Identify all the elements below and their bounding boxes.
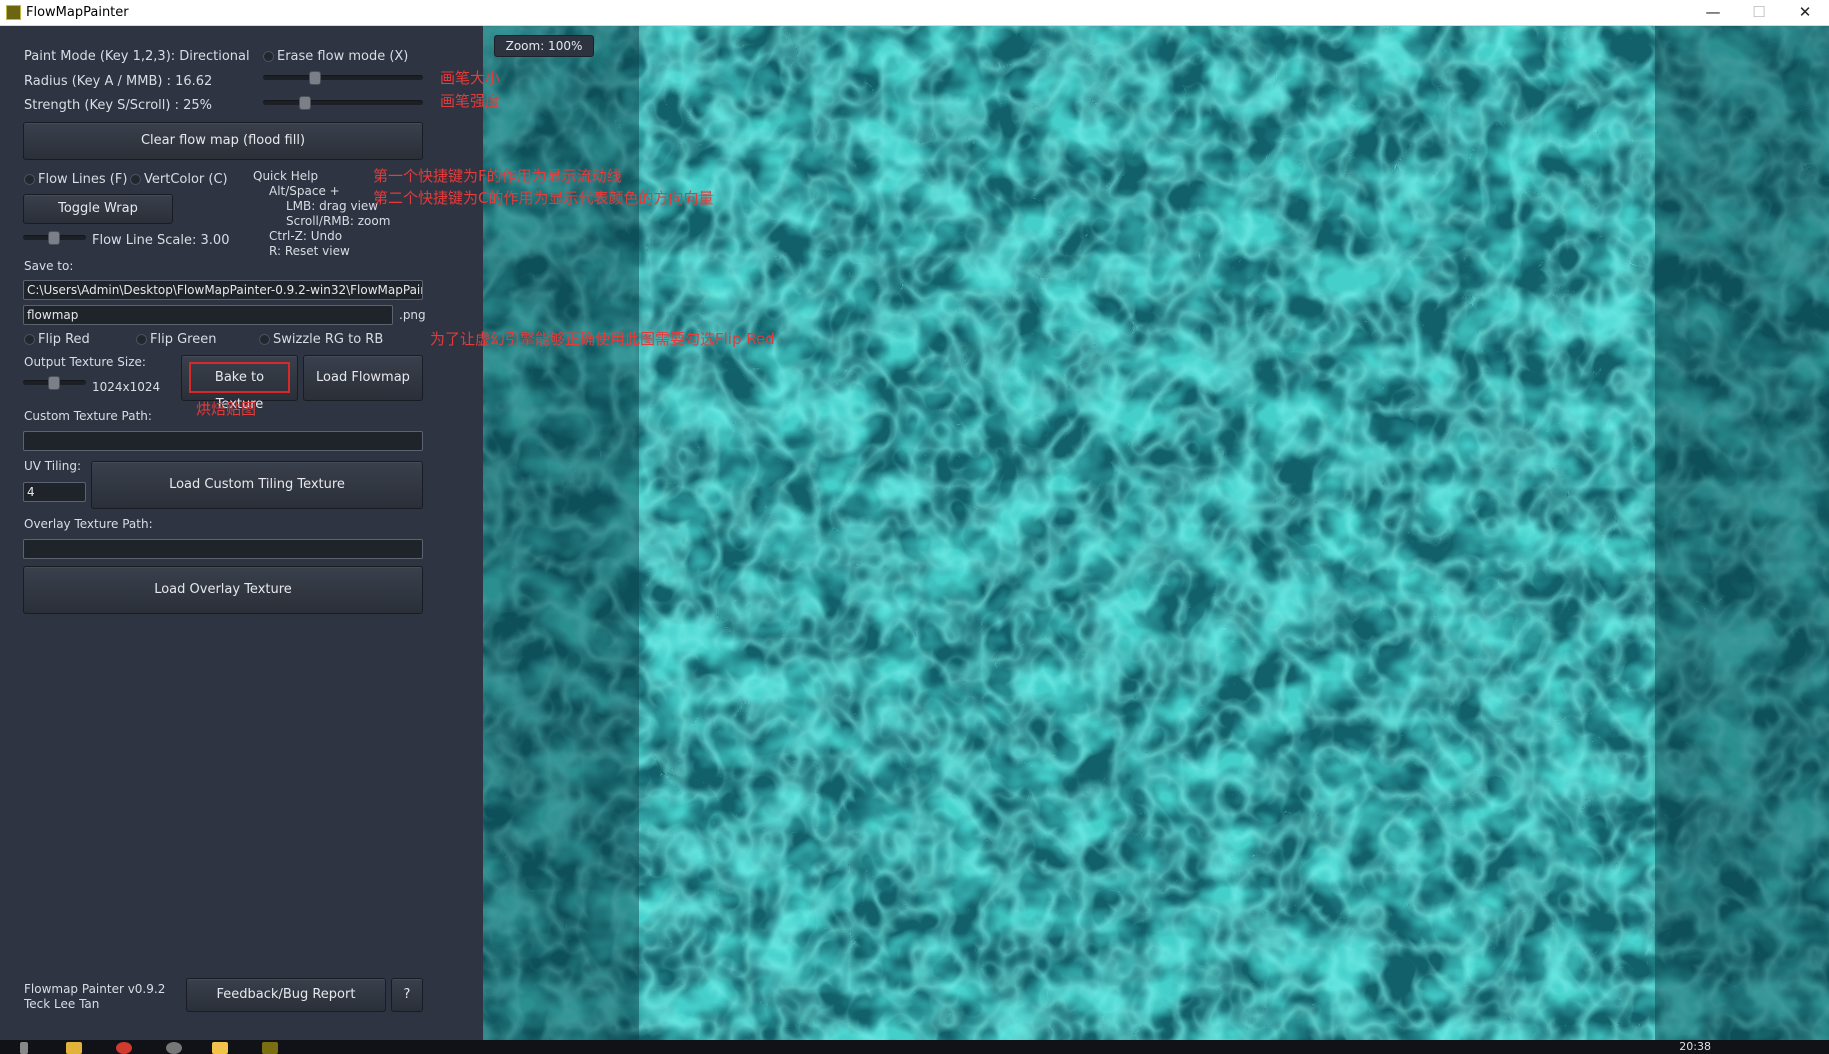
folder-icon[interactable] (66, 1042, 82, 1054)
taskbar: 20:38 (0, 1040, 1829, 1054)
flow-lines-label: Flow Lines (F) (38, 172, 128, 187)
output-size-value: 1024x1024 (92, 380, 161, 394)
radius-slider[interactable] (263, 71, 423, 85)
quick-help-line: Alt/Space + (269, 184, 340, 198)
app-icon (6, 5, 21, 20)
quick-help-title: Quick Help (253, 169, 319, 183)
title-bar: FlowMapPainter — ☐ ✕ (0, 0, 1829, 26)
clear-flow-map-button[interactable]: Clear flow map (flood fill) (23, 122, 423, 160)
file-extension-label: .png (399, 308, 426, 322)
zoom-indicator: Zoom: 100% (494, 35, 594, 57)
output-size-label: Output Texture Size: (24, 355, 146, 369)
close-button[interactable]: ✕ (1782, 0, 1828, 26)
notes-icon[interactable] (212, 1042, 228, 1054)
uv-tiling-field[interactable]: 4 (23, 482, 86, 502)
annotation-hotkey-c: 第二个快捷键为C的作用为显示代表颜色的方向向量 (373, 189, 714, 207)
radius-label: Radius (Key A / MMB) : 16.62 (24, 74, 213, 89)
taskbar-clock: 20:38 (1679, 1040, 1711, 1053)
load-custom-tiling-button[interactable]: Load Custom Tiling Texture (91, 461, 423, 509)
flowmap-taskbar-icon[interactable] (262, 1042, 278, 1054)
annotation-flip-red: 为了让虚幻引擎能够正确使用此图需要勾选Flip Red (430, 330, 775, 348)
load-flowmap-button[interactable]: Load Flowmap (303, 355, 423, 401)
vertcolor-checkbox[interactable] (130, 174, 141, 185)
maximize-button[interactable]: ☐ (1736, 0, 1782, 26)
window-title: FlowMapPainter (26, 5, 129, 20)
annotation-brush-size: 画笔大小 (440, 69, 501, 87)
flip-red-checkbox[interactable] (24, 334, 35, 345)
custom-texture-field[interactable] (23, 431, 423, 451)
quick-help-line: Ctrl-Z: Undo (269, 229, 343, 243)
texture-viewport[interactable]: Zoom: 100% (483, 26, 1829, 1040)
strength-label: Strength (Key S/Scroll) : 25% (24, 98, 213, 113)
bake-button-frame[interactable]: Bake to Texture (181, 355, 298, 412)
feedback-button[interactable]: Feedback/Bug Report (186, 978, 386, 1012)
strength-slider-thumb[interactable] (299, 96, 311, 110)
overlay-texture-field[interactable] (23, 539, 423, 559)
flip-red-label: Flip Red (38, 332, 90, 347)
footer-author: Teck Lee Tan (24, 997, 100, 1011)
flow-line-scale-slider[interactable] (23, 231, 86, 245)
erase-flow-label: Erase flow mode (X) (277, 49, 409, 64)
flip-green-label: Flip Green (150, 332, 217, 347)
overlay-texture-label: Overlay Texture Path: (24, 517, 153, 531)
water-texture (483, 26, 1829, 1040)
output-size-thumb[interactable] (48, 376, 60, 390)
flow-line-scale-label: Flow Line Scale: 3.00 (92, 233, 230, 248)
annotation-hotkey-f: 第一个快捷键为F的作用为显示流动线 (373, 167, 622, 185)
annotation-brush-strength: 画笔强度 (440, 92, 501, 110)
swizzle-checkbox[interactable] (259, 334, 270, 345)
quick-help-line: R: Reset view (269, 244, 350, 258)
vertcolor-label: VertColor (C) (144, 172, 228, 187)
swizzle-label: Swizzle RG to RB (273, 332, 384, 347)
tile-edge-right (1655, 26, 1829, 1040)
quick-help-line: Scroll/RMB: zoom (286, 214, 391, 228)
flow-line-scale-thumb[interactable] (48, 231, 60, 245)
output-size-slider[interactable] (23, 376, 86, 390)
flow-lines-checkbox[interactable] (24, 174, 35, 185)
radius-slider-thumb[interactable] (309, 71, 321, 85)
load-overlay-button[interactable]: Load Overlay Texture (23, 566, 423, 614)
custom-texture-label: Custom Texture Path: (24, 409, 152, 423)
quick-help-line: LMB: drag view (286, 199, 379, 213)
toggle-wrap-button[interactable]: Toggle Wrap (23, 194, 173, 224)
uv-tiling-label: UV Tiling: (24, 459, 82, 473)
minimize-button[interactable]: — (1690, 0, 1736, 26)
search-icon[interactable] (20, 1042, 28, 1054)
bake-to-texture-button[interactable]: Bake to Texture (189, 362, 290, 412)
erase-flow-checkbox[interactable] (263, 51, 274, 62)
flip-green-checkbox[interactable] (136, 334, 147, 345)
footer-version: Flowmap Painter v0.9.2 (24, 982, 166, 996)
paint-mode-label: Paint Mode (Key 1,2,3): Directional (24, 49, 250, 64)
save-to-label: Save to: (24, 259, 74, 273)
annotation-bake: 烘焙贴图 (196, 400, 257, 418)
help-button[interactable]: ? (391, 978, 423, 1012)
file-name-field[interactable]: flowmap (23, 305, 393, 325)
save-path-field[interactable]: C:\Users\Admin\Desktop\FlowMapPainter-0.… (23, 280, 423, 300)
app-icon[interactable] (166, 1042, 182, 1054)
browser-icon[interactable] (116, 1042, 132, 1054)
strength-slider[interactable] (263, 96, 423, 110)
